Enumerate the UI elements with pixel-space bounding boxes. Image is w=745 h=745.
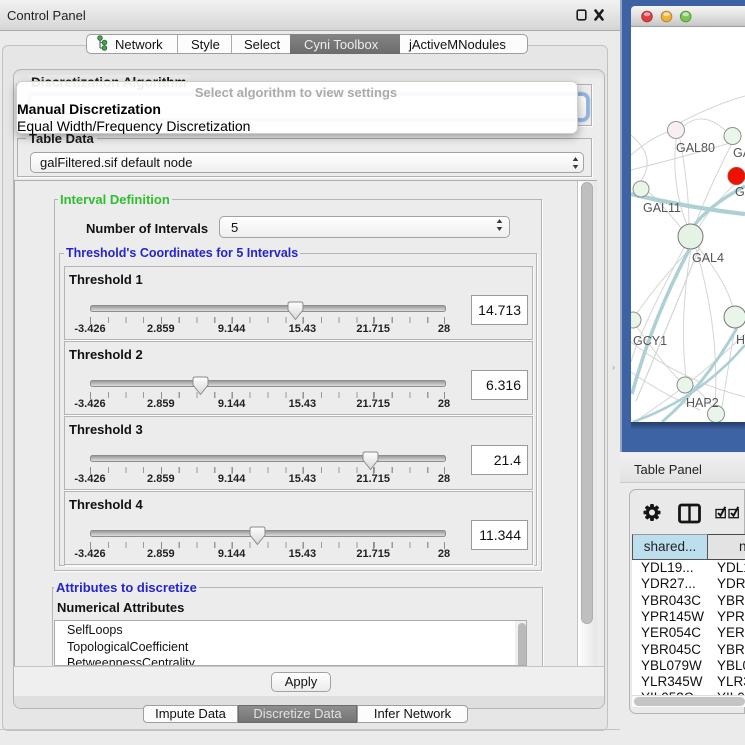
svg-text:HIS4: HIS4 <box>736 333 745 347</box>
svg-text:GA: GA <box>733 146 745 160</box>
svg-text:GAL11: GAL11 <box>643 201 681 215</box>
svg-text:GAL80: GAL80 <box>676 141 715 155</box>
svg-text:GA: GA <box>735 185 745 199</box>
svg-text:GCY1: GCY1 <box>633 334 667 348</box>
svg-text:HAP2: HAP2 <box>686 396 719 410</box>
svg-text:GAL4: GAL4 <box>692 251 724 265</box>
